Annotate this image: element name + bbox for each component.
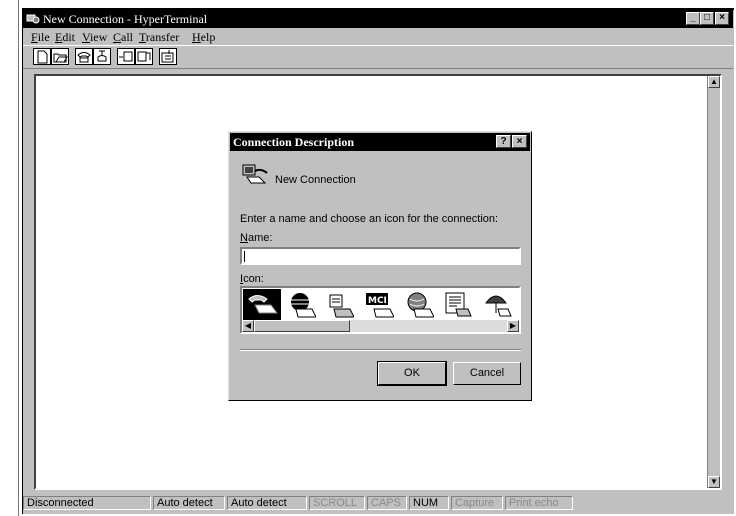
- menu-edit[interactable]: Edit: [55, 30, 75, 45]
- disconnect-icon[interactable]: [93, 48, 111, 65]
- status-detect-2: Auto detect: [227, 496, 307, 510]
- desktop-edge: [0, 0, 19, 516]
- phone-computer-icon[interactable]: [243, 289, 281, 321]
- menu-view[interactable]: View: [82, 30, 107, 45]
- fax-computer-icon[interactable]: [324, 291, 354, 319]
- maximize-button[interactable]: □: [700, 12, 714, 25]
- close-button[interactable]: ×: [715, 12, 729, 25]
- status-capture: Capture: [451, 496, 503, 510]
- dialog-title-bar[interactable]: Connection Description ? ×: [230, 133, 530, 151]
- mci-computer-icon[interactable]: MCI: [364, 291, 394, 319]
- menu-file[interactable]: File: [31, 30, 50, 45]
- new-document-icon[interactable]: [33, 48, 51, 65]
- name-label: Name:: [240, 232, 273, 244]
- status-connection: Disconnected: [23, 496, 151, 510]
- att-computer-icon[interactable]: [404, 291, 434, 319]
- umbrella-computer-icon[interactable]: [482, 291, 512, 319]
- properties-icon[interactable]: [159, 48, 177, 65]
- menu-help[interactable]: Help: [192, 30, 215, 45]
- open-folder-icon[interactable]: [51, 48, 69, 65]
- dialog-close-button[interactable]: ×: [512, 135, 527, 148]
- scroll-right-icon[interactable]: ▶: [507, 320, 519, 332]
- connection-icon: [242, 164, 268, 184]
- cancel-button[interactable]: Cancel: [453, 362, 521, 385]
- scroll-left-icon[interactable]: ◀: [242, 320, 254, 332]
- status-caps: CAPS: [367, 496, 407, 510]
- status-bar: Disconnected Auto detect Auto detect SCR…: [23, 494, 733, 512]
- window-title: New Connection - HyperTerminal: [43, 12, 208, 26]
- connection-description-dialog: Connection Description ? × New Connectio…: [228, 131, 532, 401]
- dialog-title: Connection Description: [233, 135, 354, 149]
- globe-computer-icon[interactable]: [286, 291, 316, 319]
- send-icon[interactable]: [117, 48, 135, 65]
- vertical-scrollbar[interactable]: ▲ ▼: [707, 76, 720, 488]
- icon-label: Icon:: [240, 273, 264, 285]
- menu-call[interactable]: Call: [113, 30, 133, 45]
- title-bar[interactable]: New Connection - HyperTerminal _ □ ×: [23, 10, 733, 28]
- ok-button[interactable]: OK: [377, 361, 447, 386]
- icon-list-scrollbar[interactable]: ◀ ▶: [242, 320, 519, 332]
- document-computer-icon[interactable]: [442, 291, 472, 319]
- name-input[interactable]: [240, 247, 521, 265]
- text-caret: [244, 251, 245, 262]
- connection-name-text: New Connection: [275, 174, 356, 186]
- toolbar: [23, 45, 733, 69]
- status-print-echo: Print echo: [505, 496, 573, 510]
- status-scroll: SCROLL: [309, 496, 365, 510]
- minimize-button[interactable]: _: [686, 12, 700, 25]
- dialog-prompt: Enter a name and choose an icon for the …: [240, 213, 499, 225]
- receive-icon[interactable]: [135, 48, 153, 65]
- menu-bar: File Edit View Call Transfer Help: [23, 28, 733, 45]
- call-icon[interactable]: [75, 48, 93, 65]
- dialog-divider: [240, 349, 521, 351]
- scroll-up-icon[interactable]: ▲: [708, 76, 720, 88]
- svg-text:MCI: MCI: [368, 296, 387, 306]
- hyperterminal-app-icon: [26, 14, 40, 24]
- menu-transfer[interactable]: Transfer: [139, 30, 179, 45]
- status-num: NUM: [409, 496, 449, 510]
- scroll-thumb[interactable]: [254, 320, 350, 332]
- status-detect-1: Auto detect: [153, 496, 225, 510]
- icon-list[interactable]: MCI ◀ ▶: [240, 286, 521, 334]
- scroll-down-icon[interactable]: ▼: [708, 476, 720, 488]
- help-button[interactable]: ?: [496, 135, 511, 148]
